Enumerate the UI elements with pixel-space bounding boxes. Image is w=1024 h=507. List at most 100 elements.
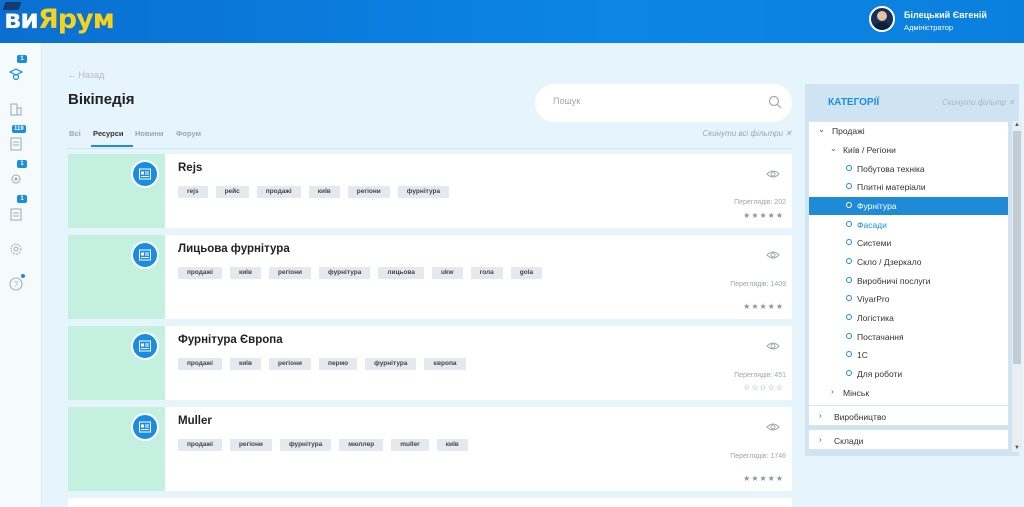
- tag[interactable]: регіони: [269, 267, 312, 279]
- tab-news[interactable]: Новини: [135, 129, 163, 138]
- tab-resources[interactable]: Ресурси: [93, 129, 124, 138]
- tag[interactable]: гола: [470, 267, 503, 279]
- left-rail: 1 119 1 1 ?: [0, 43, 42, 507]
- eye-icon[interactable]: [766, 167, 780, 181]
- rail-item-training[interactable]: 1: [8, 55, 27, 82]
- tree-leaf[interactable]: Побутова техніка: [809, 160, 1008, 178]
- resource-card[interactable]: Лицьова фурнітура продажі київ регіони ф…: [68, 235, 792, 319]
- search-box[interactable]: [535, 84, 792, 122]
- tag[interactable]: київ: [229, 358, 262, 370]
- circle-icon: [846, 165, 852, 171]
- tag[interactable]: лицьова: [378, 267, 424, 279]
- scroll-thumb[interactable]: [1013, 131, 1021, 364]
- app-logo[interactable]: виЯрум: [2, 2, 115, 38]
- view-count: Переглядів: 451: [734, 372, 786, 379]
- resource-card[interactable]: Rejs rejs рейс продажі київ регіони фурн…: [68, 154, 792, 228]
- tag[interactable]: регіони: [269, 358, 312, 370]
- page-title: Вікіпедія: [68, 91, 135, 108]
- card-title[interactable]: Лицьова фурнітура: [178, 243, 290, 255]
- tag[interactable]: київ: [436, 439, 468, 451]
- tree-leaf[interactable]: Виробничі послуги: [809, 272, 1008, 290]
- tree-leaf[interactable]: Плитні матеріали: [809, 178, 1008, 196]
- rail-item-settings[interactable]: [8, 241, 24, 257]
- tree-node-sales[interactable]: ⌄ Продажі: [809, 122, 1008, 140]
- search-input[interactable]: [553, 96, 753, 106]
- back-link[interactable]: ← Назад: [67, 70, 104, 80]
- close-icon: ✕: [1008, 98, 1015, 107]
- circle-icon: [846, 333, 852, 339]
- reset-all-filters[interactable]: Скинути всі фільтри ✕: [703, 129, 792, 138]
- rail-badge: 1: [17, 195, 27, 203]
- circle-icon: [846, 295, 852, 301]
- category-tree: ⌄ Продажі ⌄ Київ / Регіони Побутова техн…: [808, 121, 1009, 415]
- resource-card[interactable]: Фурнітура Європа продажі київ регіони пе…: [68, 326, 792, 400]
- tag[interactable]: продажі: [178, 267, 222, 279]
- top-header: виЯрум Білецький Євгеній Адміністратор: [0, 0, 1024, 43]
- tree-leaf[interactable]: 1С: [809, 346, 1008, 364]
- tag[interactable]: фурнітура: [319, 267, 371, 279]
- card-title[interactable]: Rejs: [178, 162, 202, 174]
- tag[interactable]: фурнітура: [397, 186, 450, 198]
- tag[interactable]: продажі: [178, 358, 222, 370]
- card-title[interactable]: Muller: [178, 415, 212, 427]
- rating-stars[interactable]: ★★★★★: [743, 302, 784, 311]
- eye-icon[interactable]: [766, 339, 780, 353]
- tree-group-warehouses[interactable]: › Склади: [808, 429, 1009, 450]
- rail-item-documents[interactable]: 119: [8, 125, 26, 152]
- avatar[interactable]: [869, 6, 895, 32]
- tag[interactable]: gola: [510, 267, 543, 279]
- rail-item-tasks[interactable]: 1: [8, 160, 27, 187]
- rating-stars[interactable]: ☆☆☆☆☆: [743, 383, 784, 392]
- tree-leaf[interactable]: Логістика: [809, 309, 1008, 327]
- tag[interactable]: фурнітура: [279, 439, 332, 451]
- article-icon: [131, 332, 159, 360]
- tree-leaf[interactable]: Скло / Дзеркало: [809, 253, 1008, 271]
- rail-item-help[interactable]: ?: [8, 274, 25, 292]
- chevron-down-icon: ⌄: [818, 125, 825, 134]
- tag[interactable]: регіони: [347, 186, 390, 198]
- tree-group-production[interactable]: › Виробництво: [808, 405, 1009, 426]
- tree-node-kyiv-regions[interactable]: ⌄ Київ / Регіони: [809, 141, 1008, 159]
- tag[interactable]: регіони: [229, 439, 272, 451]
- eye-icon[interactable]: [766, 420, 780, 434]
- tag[interactable]: мюллер: [339, 439, 384, 451]
- tree-leaf[interactable]: Фасади: [809, 216, 1008, 234]
- tag[interactable]: muller: [391, 439, 429, 451]
- circle-icon: [846, 183, 852, 189]
- tag[interactable]: продажі: [256, 186, 301, 198]
- tab-all[interactable]: Всі: [69, 129, 81, 138]
- search-icon[interactable]: [768, 95, 782, 109]
- category-scrollbar[interactable]: ▲ ▼: [1012, 121, 1022, 452]
- tag[interactable]: київ: [229, 267, 262, 279]
- tag[interactable]: rejs: [178, 186, 208, 198]
- scroll-up-arrow-icon[interactable]: ▲: [1013, 121, 1021, 129]
- tree-leaf[interactable]: ViyarPro: [809, 290, 1008, 308]
- eye-icon[interactable]: [766, 248, 780, 262]
- circle-icon: [846, 221, 852, 227]
- tag[interactable]: фурнітура: [365, 358, 417, 370]
- tree-leaf[interactable]: Для роботи: [809, 365, 1008, 383]
- rail-item-company[interactable]: [8, 101, 24, 117]
- tag[interactable]: київ: [308, 186, 340, 198]
- tag[interactable]: продажі: [178, 439, 222, 451]
- tree-node-minsk[interactable]: › Мінськ: [809, 384, 1008, 402]
- tag[interactable]: європа: [424, 358, 466, 370]
- tree-leaf[interactable]: Постачання: [809, 328, 1008, 346]
- tag[interactable]: ukw: [431, 267, 463, 279]
- rail-item-checklist[interactable]: 1: [8, 195, 27, 222]
- card-title[interactable]: Фурнітура Європа: [178, 334, 283, 346]
- tab-forum[interactable]: Форум: [176, 129, 201, 138]
- resource-card[interactable]: [68, 498, 792, 507]
- active-tab-indicator: [91, 145, 133, 147]
- tag[interactable]: рейс: [215, 186, 249, 198]
- tree-leaf-selected[interactable]: Фурнітура: [809, 197, 1008, 215]
- reset-category-filter[interactable]: Скинути фільтр ✕: [942, 98, 1015, 107]
- tag[interactable]: пермо: [319, 358, 358, 370]
- scroll-down-arrow-icon[interactable]: ▼: [1013, 444, 1021, 452]
- rating-stars[interactable]: ★★★★★: [743, 211, 784, 220]
- resource-card[interactable]: Muller продажі регіони фурнітура мюллер …: [68, 407, 792, 491]
- tag-list: продажі регіони фурнітура мюллер muller …: [178, 439, 468, 451]
- tree-leaf[interactable]: Системи: [809, 234, 1008, 252]
- rating-stars[interactable]: ★★★★★: [743, 474, 784, 483]
- article-icon: [131, 160, 159, 188]
